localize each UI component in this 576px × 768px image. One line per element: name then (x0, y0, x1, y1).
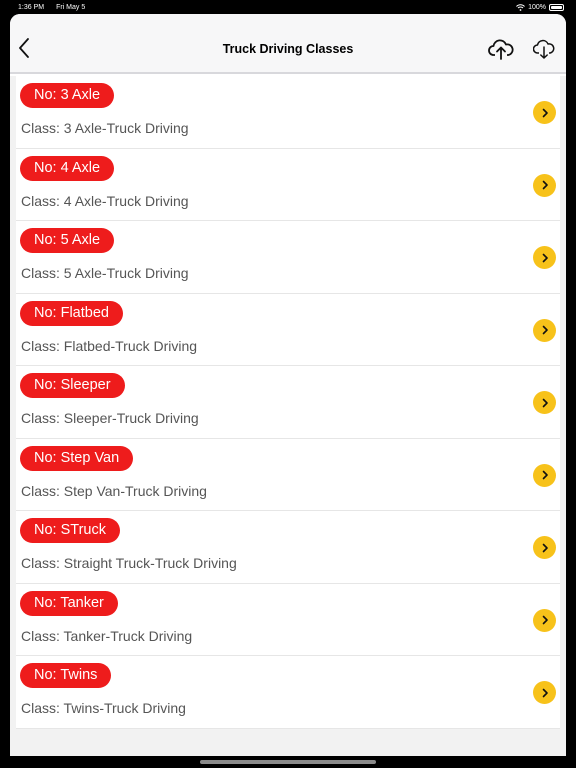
list-item[interactable]: No: Sleeper Class: Sleeper-Truck Driving (16, 366, 560, 439)
list-item[interactable]: No: 5 Axle Class: 5 Axle-Truck Driving (16, 221, 560, 294)
list-item[interactable]: No: Twins Class: Twins-Truck Driving (16, 656, 560, 729)
status-right: 100% (516, 3, 564, 11)
page-title: Truck Driving Classes (222, 42, 354, 56)
chevron-right-icon[interactable] (533, 608, 556, 632)
chevron-right-icon[interactable] (533, 101, 556, 124)
class-number-badge: No: Twins (20, 663, 112, 688)
class-number-badge: No: Flatbed (20, 300, 123, 326)
class-list-content: No: 3 Axle Class: 3 Axle-Truck Driving N… (16, 76, 560, 729)
chevron-right-icon[interactable] (533, 246, 556, 269)
chevron-right-icon[interactable] (533, 391, 556, 414)
battery-percent: 100% (528, 3, 546, 11)
class-number-badge: No: 5 Axle (20, 228, 115, 253)
class-name: Class: Twins-Truck Driving (21, 700, 186, 716)
chevron-right-icon[interactable] (533, 318, 556, 342)
navigation-bar: Truck Driving Classes (10, 14, 566, 74)
cloud-upload-icon (488, 39, 514, 60)
class-name: Class: 4 Axle-Truck Driving (21, 192, 189, 209)
class-name: Class: Sleeper-Truck Driving (21, 410, 199, 426)
download-button[interactable] (532, 36, 556, 62)
class-name: Class: Step Van-Truck Driving (21, 482, 207, 499)
list-item[interactable]: No: Step Van Class: Step Van-Truck Drivi… (16, 439, 560, 511)
class-number-badge: No: Step Van (20, 445, 134, 471)
chevron-right-icon[interactable] (533, 536, 556, 559)
class-number-badge: No: Tanker (20, 590, 118, 616)
chevron-right-icon[interactable] (533, 173, 556, 197)
chevron-right-icon[interactable] (533, 463, 556, 487)
class-number-badge: No: Sleeper (20, 373, 125, 398)
class-name: Class: Straight Truck-Truck Driving (21, 555, 237, 571)
status-date: Fri May 5 (56, 3, 86, 11)
list-item[interactable]: No: 4 Axle Class: 4 Axle-Truck Driving (16, 149, 560, 221)
class-name: Class: 3 Axle-Truck Driving (21, 120, 189, 136)
class-number-badge: No: 3 Axle (20, 83, 115, 108)
list-item[interactable]: No: Tanker Class: Tanker-Truck Driving (16, 584, 560, 656)
class-number-badge: No: 4 Axle (20, 155, 115, 181)
list-item[interactable]: No: STruck Class: Straight Truck-Truck D… (16, 511, 560, 584)
list-item[interactable]: No: 3 Axle Class: 3 Axle-Truck Driving (16, 76, 560, 149)
class-name: Class: Tanker-Truck Driving (21, 627, 193, 644)
class-number-badge: No: STruck (20, 518, 120, 543)
status-bar: 1:36 PM Fri May 5 100% (0, 0, 576, 14)
class-name: Class: Flatbed-Truck Driving (21, 337, 198, 354)
status-time: 1:36 PM (18, 3, 45, 11)
class-name: Class: 5 Axle-Truck Driving (21, 265, 189, 281)
app-sheet: Truck Driving Classes No: 3 Axle Class: … (10, 14, 566, 756)
upload-button[interactable] (487, 36, 515, 62)
class-list: No: 3 Axle Class: 3 Axle-Truck Driving N… (10, 76, 566, 756)
home-indicator (200, 760, 376, 764)
battery-icon (549, 3, 564, 11)
wifi-icon (516, 3, 525, 11)
list-item[interactable]: No: Flatbed Class: Flatbed-Truck Driving (16, 294, 560, 366)
chevron-right-icon[interactable] (533, 681, 556, 704)
cloud-download-icon (533, 39, 555, 59)
